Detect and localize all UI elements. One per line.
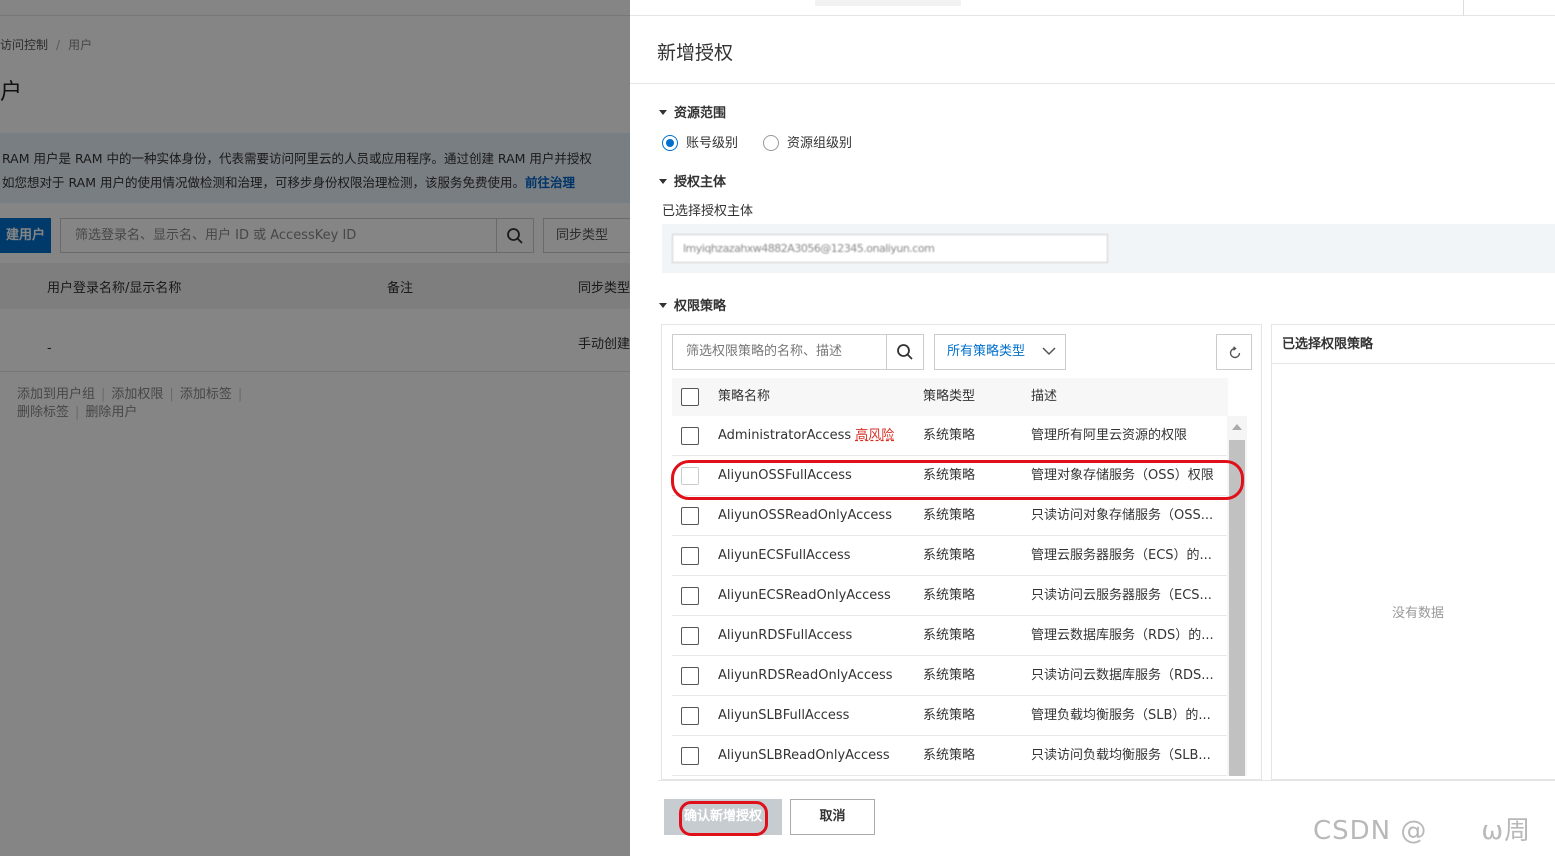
refresh-button[interactable] bbox=[1216, 334, 1252, 370]
header-policy-desc: 描述 bbox=[1031, 389, 1058, 404]
header-policy-name: 策略名称 bbox=[718, 389, 771, 404]
table-row[interactable]: AdministratorAccess 高风险 系统策略 管理所有阿里云资源的权… bbox=[672, 416, 1228, 456]
empty-state-text: 没有数据 bbox=[1391, 606, 1444, 621]
high-risk-badge: 高风险 bbox=[855, 428, 895, 443]
radio-account-level[interactable]: 账号级别 bbox=[662, 132, 738, 152]
policy-search-button[interactable] bbox=[886, 334, 924, 370]
table-row[interactable]: AliyunECSReadOnlyAccess 系统策略 只读访问云服务器服务（… bbox=[672, 576, 1228, 616]
drawer-footer-divider bbox=[658, 780, 1555, 781]
policy-table-scrollbar[interactable] bbox=[1227, 416, 1247, 776]
scroll-up-arrow-icon[interactable] bbox=[1232, 424, 1242, 430]
cancel-button[interactable]: 取消 bbox=[790, 799, 875, 835]
policy-name: AliyunECSFullAccess bbox=[718, 548, 851, 563]
section-policy-header[interactable]: 权限策略 bbox=[659, 295, 726, 314]
table-row[interactable]: AliyunSLBReadOnlyAccess 系统策略 只读访问负载均衡服务（… bbox=[672, 736, 1228, 776]
header-policy-type: 策略类型 bbox=[923, 389, 976, 404]
caret-down-icon bbox=[659, 303, 667, 308]
top-bar-divider bbox=[1463, 0, 1464, 16]
table-row[interactable]: AliyunRDSReadOnlyAccess 系统策略 只读访问云数据库服务（… bbox=[672, 656, 1228, 696]
row-checkbox[interactable] bbox=[681, 747, 699, 765]
selected-principal-label: 已选择授权主体 bbox=[662, 204, 754, 219]
table-row[interactable]: AliyunRDSFullAccess 系统策略 管理云数据库服务（RDS）的.… bbox=[672, 616, 1228, 656]
principal-input[interactable]: lmyiqhzazahxw4882A3056@12345.onaliyun.co… bbox=[672, 234, 1108, 263]
row-checkbox[interactable] bbox=[681, 507, 699, 525]
radio-resource-group-label: 资源组级别 bbox=[787, 136, 853, 151]
selected-policy-title: 已选择权限策略 bbox=[1272, 325, 1555, 364]
policy-desc: 只读访问云数据库服务（RDS... bbox=[1031, 668, 1214, 683]
policy-name: AliyunOSSReadOnlyAccess bbox=[718, 508, 892, 523]
radio-checked-icon bbox=[662, 134, 678, 151]
policy-desc: 管理对象存储服务（OSS）权限 bbox=[1031, 468, 1214, 483]
row-checkbox[interactable] bbox=[681, 627, 699, 645]
policy-name-cell: AdministratorAccess 高风险 bbox=[718, 416, 918, 456]
policy-name: AliyunSLBReadOnlyAccess bbox=[718, 748, 890, 763]
policy-type: 系统策略 bbox=[923, 668, 976, 683]
row-checkbox[interactable] bbox=[681, 467, 699, 485]
row-checkbox[interactable] bbox=[681, 547, 699, 565]
policy-name: AliyunRDSReadOnlyAccess bbox=[718, 668, 893, 683]
drawer-header-divider bbox=[630, 83, 1555, 84]
section-policy-label: 权限策略 bbox=[674, 299, 727, 314]
csdn-watermark: CSDN @ ω周 bbox=[1313, 816, 1532, 846]
policy-name: AliyunOSSFullAccess bbox=[718, 468, 852, 483]
policy-desc: 只读访问对象存储服务（OSS... bbox=[1031, 508, 1214, 523]
section-scope-label: 资源范围 bbox=[674, 106, 727, 121]
policy-type-select-value: 所有策略类型 bbox=[947, 344, 1026, 359]
policy-name: AdministratorAccess bbox=[718, 428, 852, 443]
section-scope-header[interactable]: 资源范围 bbox=[659, 102, 726, 121]
select-all-checkbox[interactable] bbox=[681, 388, 699, 406]
policy-desc: 管理云数据库服务（RDS）的... bbox=[1031, 628, 1214, 643]
search-icon bbox=[897, 344, 913, 360]
section-principal-label: 授权主体 bbox=[674, 175, 727, 190]
policy-name: AliyunSLBFullAccess bbox=[718, 708, 850, 723]
refresh-icon bbox=[1229, 346, 1241, 359]
policy-desc: 只读访问负载均衡服务（SLB... bbox=[1031, 748, 1211, 763]
row-checkbox[interactable] bbox=[681, 707, 699, 725]
policy-name: AliyunECSReadOnlyAccess bbox=[718, 588, 891, 603]
principal-box: lmyiqhzazahxw4882A3056@12345.onaliyun.co… bbox=[662, 224, 1555, 273]
drawer-title: 新增授权 bbox=[657, 42, 734, 64]
confirm-add-permission-button[interactable]: 确认新增授权 bbox=[664, 799, 782, 835]
row-checkbox[interactable] bbox=[681, 587, 699, 605]
policy-type: 系统策略 bbox=[923, 588, 976, 603]
selected-policy-panel: 已选择权限策略 没有数据 bbox=[1271, 324, 1555, 780]
policy-type: 系统策略 bbox=[923, 548, 976, 563]
table-row[interactable]: AliyunECSFullAccess 系统策略 管理云服务器服务（ECS）的.… bbox=[672, 536, 1228, 576]
policy-desc: 管理云服务器服务（ECS）的... bbox=[1031, 548, 1212, 563]
radio-unchecked-icon bbox=[763, 134, 779, 151]
add-permission-drawer: 新增授权 资源范围 账号级别 资源组级别 授权主体 已选择授权主体 lmyiqh… bbox=[630, 16, 1555, 856]
policy-type: 系统策略 bbox=[923, 628, 976, 643]
caret-down-icon bbox=[659, 110, 667, 115]
modal-overlay[interactable] bbox=[0, 0, 630, 856]
policy-type: 系统策略 bbox=[923, 708, 976, 723]
section-principal-header[interactable]: 授权主体 bbox=[659, 171, 726, 190]
policy-filter-input[interactable]: 筛选权限策略的名称、描述 bbox=[672, 334, 887, 370]
radio-resource-group-level[interactable]: 资源组级别 bbox=[763, 132, 852, 152]
policy-type: 系统策略 bbox=[923, 748, 976, 763]
table-row[interactable]: AliyunOSSReadOnlyAccess 系统策略 只读访问对象存储服务（… bbox=[672, 496, 1228, 536]
policy-desc: 管理所有阿里云资源的权限 bbox=[1031, 428, 1188, 443]
scrollbar-thumb[interactable] bbox=[1229, 440, 1245, 776]
table-row[interactable]: AliyunSLBFullAccess 系统策略 管理负载均衡服务（SLB）的.… bbox=[672, 696, 1228, 736]
policy-desc: 管理负载均衡服务（SLB）的... bbox=[1031, 708, 1211, 723]
policy-type: 系统策略 bbox=[923, 508, 976, 523]
policy-desc: 只读访问云服务器服务（ECS... bbox=[1031, 588, 1212, 603]
row-checkbox[interactable] bbox=[681, 667, 699, 685]
caret-down-icon bbox=[659, 179, 667, 184]
policy-name: AliyunRDSFullAccess bbox=[718, 628, 853, 643]
chevron-down-icon bbox=[1042, 347, 1056, 356]
row-checkbox[interactable] bbox=[681, 427, 699, 445]
policy-table-header: 策略名称 策略类型 描述 bbox=[672, 378, 1228, 416]
policy-type: 系统策略 bbox=[923, 428, 976, 443]
policy-type: 系统策略 bbox=[923, 468, 976, 483]
table-row[interactable]: AliyunOSSFullAccess 系统策略 管理对象存储服务（OSS）权限 bbox=[672, 456, 1228, 496]
top-bar-search[interactable] bbox=[815, 0, 961, 6]
radio-account-level-label: 账号级别 bbox=[686, 136, 739, 151]
policy-type-select[interactable]: 所有策略类型 bbox=[934, 334, 1066, 370]
